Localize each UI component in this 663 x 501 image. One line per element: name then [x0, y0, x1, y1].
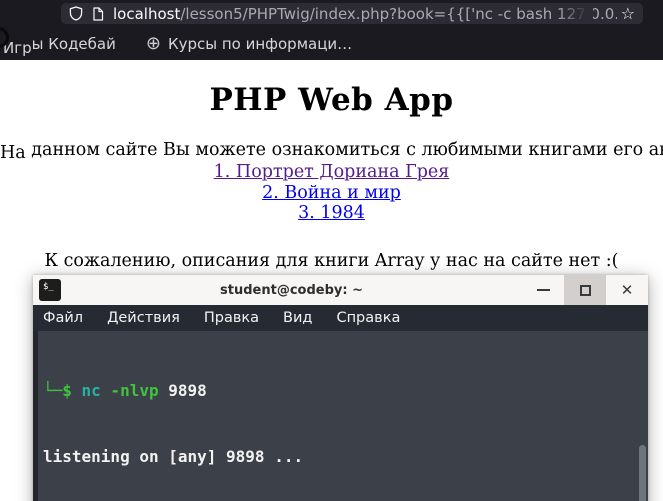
- bookmarks-bar: Игр ы Кодебай ⊕ Курсы по информаци…: [0, 27, 663, 60]
- terminal-output[interactable]: └─$ nc -nlvp 9898 listening on [any] 989…: [33, 331, 648, 501]
- intro-part1: На: [0, 143, 26, 163]
- intro-part2: данном сайте Вы можете ознакомиться с лю…: [25, 140, 663, 160]
- url-bar[interactable]: localhost/lesson5/PHPTwig/index.php?book…: [61, 3, 643, 24]
- link-portret-doriana-greya[interactable]: 1. Портрет Дориана Грея: [0, 162, 663, 183]
- url-host: localhost: [113, 4, 181, 23]
- bookmark-label-part2: ы Кодебай: [31, 34, 116, 53]
- url-text[interactable]: localhost/lesson5/PHPTwig/index.php?book…: [113, 4, 617, 23]
- command-argument: 9898: [168, 380, 207, 400]
- menu-file[interactable]: Файл: [43, 310, 83, 326]
- terminal-titlebar[interactable]: $_ student@codeby: ~ ✕: [33, 275, 648, 305]
- terminal-line: listening on [any] 9898 ...: [43, 447, 304, 467]
- screen: localhost/lesson5/PHPTwig/index.php?book…: [0, 0, 663, 501]
- globe-icon: ⊕: [145, 32, 161, 54]
- terminal-title: student@codeby: ~: [220, 282, 363, 298]
- terminal-prompt-line: └─$ nc -nlvp 9898: [43, 380, 648, 402]
- url-path: /lesson5/PHPTwig/index.php?book={{['nc -…: [180, 4, 617, 23]
- close-button[interactable]: ✕: [606, 275, 648, 305]
- terminal-app-icon: $_: [39, 279, 61, 301]
- menu-actions[interactable]: Действия: [107, 310, 180, 326]
- page-info-icon[interactable]: [92, 6, 104, 21]
- terminal-window: $_ student@codeby: ~ ✕ Файл Действия Пра…: [33, 275, 648, 501]
- bookmark-star-icon[interactable]: ☆: [621, 5, 635, 22]
- minimize-button[interactable]: [522, 275, 564, 305]
- terminal-scrollbar-thumb[interactable]: [639, 445, 646, 501]
- close-icon: ✕: [620, 280, 634, 299]
- bookmark-igry-codeby[interactable]: Игр ы Кодебай: [3, 34, 116, 57]
- menu-help[interactable]: Справка: [336, 310, 400, 326]
- book-links: 1. Портрет Дориана Грея 2. Война и мир 3…: [0, 162, 663, 224]
- browser-toolbar: localhost/lesson5/PHPTwig/index.php?book…: [0, 0, 663, 48]
- maximize-button[interactable]: [564, 275, 606, 305]
- web-page: PHP Web App На данном сайте Вы можете оз…: [0, 60, 663, 501]
- intro-text: На данном сайте Вы можете ознакомиться с…: [0, 140, 663, 163]
- page-title: PHP Web App: [209, 82, 454, 118]
- maximize-icon: [579, 284, 591, 296]
- prompt-symbol: └─$: [43, 380, 82, 400]
- shield-icon[interactable]: [69, 6, 83, 21]
- link-voina-i-mir[interactable]: 2. Война и мир: [0, 183, 663, 204]
- minimize-icon: [536, 289, 550, 291]
- menu-view[interactable]: Вид: [283, 310, 312, 326]
- link-1984[interactable]: 3. 1984: [0, 203, 663, 224]
- bookmark-kursy[interactable]: ⊕ Курсы по информаци…: [145, 32, 353, 54]
- menu-edit[interactable]: Правка: [204, 310, 259, 326]
- command-options: -nlvp: [100, 380, 169, 400]
- command-nc: nc: [81, 380, 101, 400]
- window-controls: ✕: [522, 275, 648, 305]
- terminal-menubar: Файл Действия Правка Вид Справка: [33, 305, 648, 331]
- no-description-message: К сожалению, описания для книги Array у …: [44, 250, 619, 271]
- bookmark-label: Курсы по информаци…: [167, 34, 353, 53]
